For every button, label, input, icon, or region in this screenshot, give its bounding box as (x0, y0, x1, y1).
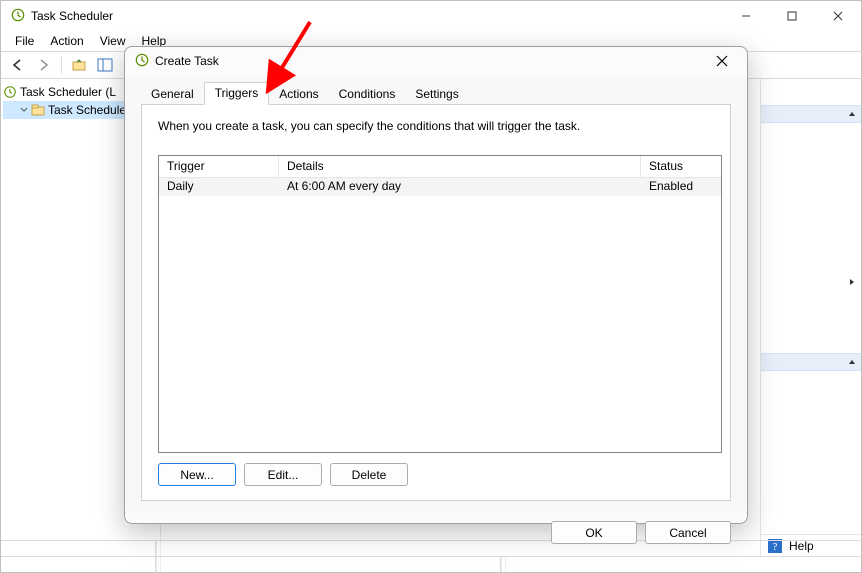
pane-icon[interactable] (94, 54, 116, 76)
menu-action[interactable]: Action (42, 32, 91, 50)
triggers-table[interactable]: Trigger Details Status Daily At 6:00 AM … (158, 155, 722, 453)
window-title: Task Scheduler (31, 9, 113, 23)
dialog-body: General Triggers Actions Conditions Sett… (125, 75, 747, 513)
clock-icon (135, 53, 149, 70)
tab-triggers[interactable]: Triggers (204, 82, 270, 105)
forward-icon[interactable] (33, 54, 55, 76)
table-actions: New... Edit... Delete (158, 463, 714, 486)
cell-details: At 6:00 AM every day (279, 178, 641, 196)
cell-status: Enabled (641, 178, 721, 196)
ok-button[interactable]: OK (551, 521, 637, 544)
new-button[interactable]: New... (158, 463, 236, 486)
close-window-button[interactable] (815, 1, 861, 31)
tab-general[interactable]: General (141, 84, 204, 105)
menu-file[interactable]: File (7, 32, 42, 50)
tab-actions[interactable]: Actions (269, 84, 328, 105)
tabs-row: General Triggers Actions Conditions Sett… (141, 81, 731, 105)
delete-button[interactable]: Delete (330, 463, 408, 486)
triggers-table-row[interactable]: Daily At 6:00 AM every day Enabled (159, 178, 721, 196)
minimize-button[interactable] (723, 1, 769, 31)
col-header-status[interactable]: Status (641, 156, 721, 178)
dialog-title: Create Task (155, 54, 219, 68)
tab-description: When you create a task, you can specify … (158, 119, 714, 133)
tree-root-label: Task Scheduler (L (20, 85, 116, 99)
dialog-footer: OK Cancel (125, 513, 747, 556)
back-icon[interactable] (7, 54, 29, 76)
actions-pane: ? Help (761, 79, 861, 556)
maximize-button[interactable] (769, 1, 815, 31)
separator (61, 56, 62, 74)
actions-pane-header-1[interactable] (761, 105, 861, 123)
status-bar-lower (1, 556, 861, 572)
dialog-close-button[interactable] (707, 47, 737, 75)
col-header-trigger[interactable]: Trigger (159, 156, 279, 178)
clock-icon (11, 8, 25, 25)
tab-settings[interactable]: Settings (405, 84, 468, 105)
col-header-details[interactable]: Details (279, 156, 641, 178)
tree-child-label: Task Schedule (48, 103, 126, 117)
tab-conditions[interactable]: Conditions (329, 84, 406, 105)
actions-pane-header-2[interactable] (761, 353, 861, 371)
triggers-table-header: Trigger Details Status (159, 156, 721, 178)
dialog-title-bar: Create Task (125, 47, 747, 75)
create-task-dialog: Create Task General Triggers Actions Con… (124, 46, 748, 524)
up-folder-icon[interactable] (68, 54, 90, 76)
tab-panel-triggers: When you create a task, you can specify … (141, 105, 731, 501)
cancel-button[interactable]: Cancel (645, 521, 731, 544)
edit-button[interactable]: Edit... (244, 463, 322, 486)
cell-trigger: Daily (159, 178, 279, 196)
title-bar: Task Scheduler (1, 1, 861, 31)
actions-pane-scroll[interactable] (761, 273, 861, 291)
